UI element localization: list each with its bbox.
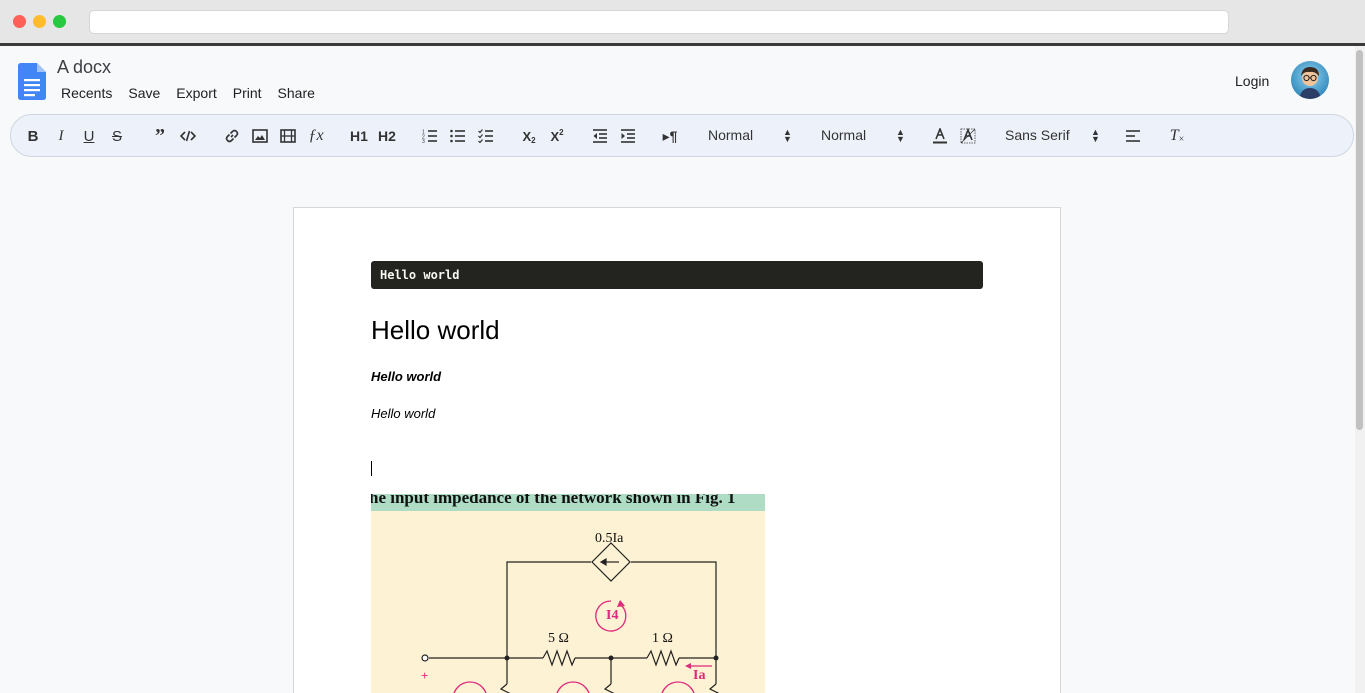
indent-icon[interactable] xyxy=(617,125,639,147)
checklist-icon[interactable] xyxy=(475,125,497,147)
clear-formatting-icon[interactable]: T × xyxy=(1166,125,1188,147)
superscript-icon[interactable]: X2 xyxy=(546,125,568,147)
size-select-value: Normal xyxy=(821,127,867,143)
code-block[interactable]: Hello world xyxy=(371,261,983,289)
strikethrough-icon[interactable]: S xyxy=(107,125,127,147)
blockquote-icon[interactable]: ” xyxy=(149,125,171,147)
bold-icon[interactable]: B xyxy=(23,125,43,147)
login-link[interactable]: Login xyxy=(1235,73,1269,89)
heading-text[interactable]: Hello world xyxy=(371,315,500,346)
menu-share[interactable]: Share xyxy=(278,85,315,101)
docs-logo-icon[interactable] xyxy=(18,63,46,100)
outdent-icon[interactable] xyxy=(589,125,611,147)
bold-italic-paragraph[interactable]: Hello world xyxy=(371,369,441,384)
heading-1-icon[interactable]: H1 xyxy=(347,125,371,147)
text-color-icon[interactable] xyxy=(929,125,951,147)
formatting-toolbar: B I U S ” ƒx H1 H2 123 X2 X2 ▸¶ Normal ▲… xyxy=(10,114,1354,157)
plus-sign: + xyxy=(421,668,429,683)
chevron-updown-icon: ▲ ▼ xyxy=(896,127,905,144)
link-icon[interactable] xyxy=(221,125,243,147)
file-menu: Recents Save Export Print Share xyxy=(61,85,331,101)
close-window-button[interactable] xyxy=(13,15,26,28)
subscript-icon[interactable]: X2 xyxy=(518,125,540,147)
app-header: A docx Recents Save Export Print Share L… xyxy=(0,46,1355,112)
video-icon[interactable] xyxy=(277,125,299,147)
editor-app: A docx Recents Save Export Print Share L… xyxy=(0,46,1355,693)
resistor-5-label: 5 Ω xyxy=(548,631,569,646)
heading-2-icon[interactable]: H2 xyxy=(375,125,399,147)
heading-select-value: Normal xyxy=(708,127,754,143)
chevron-updown-icon: ▲ ▼ xyxy=(1091,127,1100,144)
menu-print[interactable]: Print xyxy=(233,85,262,101)
address-bar[interactable] xyxy=(89,10,1229,34)
ordered-list-icon[interactable]: 123 xyxy=(419,125,441,147)
heading-select[interactable]: Normal ▲ ▼ xyxy=(708,127,798,144)
dependent-source-label: 0.5Ia xyxy=(595,531,624,546)
circuit-diagram xyxy=(421,542,720,693)
code-block-icon[interactable] xyxy=(177,125,199,147)
align-left-icon[interactable] xyxy=(1122,125,1144,147)
size-select[interactable]: Normal ▲ ▼ xyxy=(821,127,911,144)
highlight-color-icon[interactable] xyxy=(957,125,979,147)
loop-current-label: I4 xyxy=(606,608,619,623)
font-family-select-value: Sans Serif xyxy=(1005,127,1070,143)
document-title[interactable]: A docx xyxy=(57,57,111,78)
user-avatar[interactable] xyxy=(1291,61,1329,99)
italic-icon[interactable]: I xyxy=(51,125,71,147)
maximize-window-button[interactable] xyxy=(53,15,66,28)
bullet-list-icon[interactable] xyxy=(447,125,469,147)
resistor-1-label: 1 Ω xyxy=(652,631,673,646)
formula-icon[interactable]: ƒx xyxy=(305,125,327,147)
menu-export[interactable]: Export xyxy=(176,85,216,101)
chevron-updown-icon: ▲ ▼ xyxy=(783,127,792,144)
image-icon[interactable] xyxy=(249,125,271,147)
menu-recents[interactable]: Recents xyxy=(61,85,112,101)
svg-text:3: 3 xyxy=(422,139,425,143)
menu-save[interactable]: Save xyxy=(128,85,160,101)
text-direction-icon[interactable]: ▸¶ xyxy=(659,125,681,147)
italic-paragraph[interactable]: Hello world xyxy=(371,406,435,421)
scrollbar-thumb[interactable] xyxy=(1356,50,1363,430)
minimize-window-button[interactable] xyxy=(33,15,46,28)
document-page[interactable]: Hello world Hello world Hello world Hell… xyxy=(293,207,1061,693)
underline-icon[interactable]: U xyxy=(79,125,99,147)
branch-current-label: Ia xyxy=(693,668,706,683)
browser-chrome xyxy=(0,0,1365,46)
font-family-select[interactable]: Sans Serif ▲ ▼ xyxy=(1005,127,1105,144)
circuit-image[interactable]: he input impedance of the network shown … xyxy=(371,494,765,693)
text-cursor xyxy=(371,461,372,476)
